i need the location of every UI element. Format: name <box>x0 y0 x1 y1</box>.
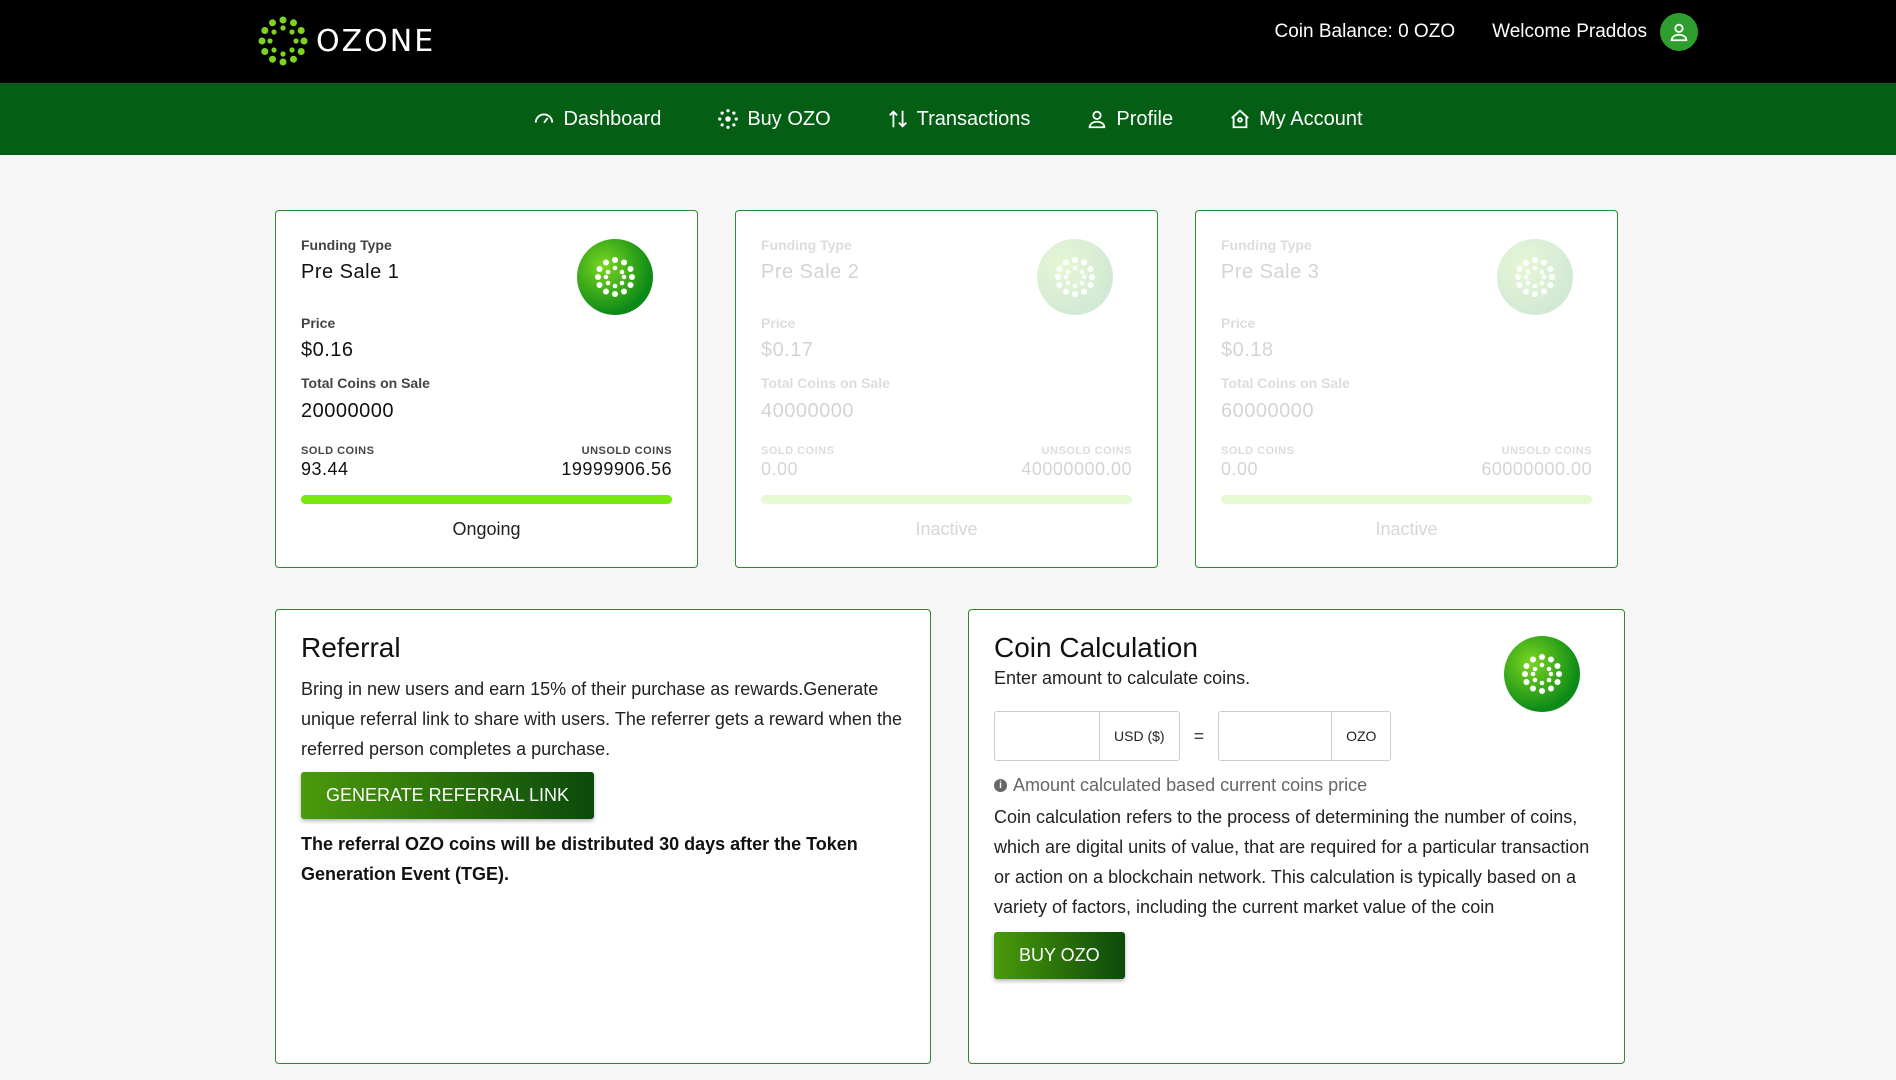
generate-referral-link-button[interactable]: GENERATE REFERRAL LINK <box>301 772 595 819</box>
sale-name: Pre Sale 2 <box>761 261 860 283</box>
info-icon: i <box>994 779 1007 792</box>
sold-coins-value: 93.44 <box>301 459 349 479</box>
nav-dashboard[interactable]: Dashboard <box>533 108 661 131</box>
unsold-coins-label: UNSOLD COINS <box>1041 445 1132 457</box>
total-coins-value: 40000000 <box>761 400 854 422</box>
ozo-coin-icon <box>1497 239 1573 315</box>
price-value: $0.17 <box>761 339 814 361</box>
referral-note: The referral OZO coins will be distribut… <box>301 834 858 884</box>
nav-transactions-label: Transactions <box>916 107 1031 130</box>
referral-title: Referral <box>301 632 401 663</box>
progress-fill <box>301 495 672 504</box>
top-bar: OZONE Coin Balance: 0 OZO Welcome Praddo… <box>0 0 1896 83</box>
buy-ozo-button[interactable]: BUY OZO <box>994 932 1125 979</box>
total-coins-value: 20000000 <box>301 400 394 422</box>
bottom-panels: Referral Bring in new users and earn 15%… <box>275 609 1625 1064</box>
logo-text: OZONE <box>316 23 436 59</box>
usd-input-group: USD ($) <box>994 711 1180 761</box>
user-icon <box>1089 110 1106 129</box>
welcome-text: Welcome Praddos <box>1492 21 1647 42</box>
presale-card-2: Funding Type Pre Sale 2 Price $0.17 Tota… <box>735 210 1158 568</box>
nav-profile[interactable]: Profile <box>1086 108 1173 131</box>
calc-hint-text: Amount calculated based current coins pr… <box>1013 775 1368 795</box>
sold-coins-label: SOLD COINS <box>1221 445 1295 457</box>
unsold-coins-label: UNSOLD COINS <box>581 445 672 457</box>
coin-balance: Coin Balance: 0 OZO <box>1274 21 1456 42</box>
presale-card-3: Funding Type Pre Sale 3 Price $0.18 Tota… <box>1195 210 1618 568</box>
nav-transactions[interactable]: Transactions <box>887 107 1031 131</box>
unsold-coins-label: UNSOLD COINS <box>1501 445 1592 457</box>
nav-my-account-label: My Account <box>1259 107 1363 130</box>
coin-icon <box>718 109 739 129</box>
sale-status: Ongoing <box>452 519 521 539</box>
progress-fill <box>761 495 1132 504</box>
total-coins-value: 60000000 <box>1221 400 1314 422</box>
avatar[interactable] <box>1660 13 1698 51</box>
usd-amount-input[interactable] <box>995 712 1099 760</box>
main-nav: Dashboard Buy OZO Transactions Profile M… <box>0 83 1896 155</box>
sale-name: Pre Sale 3 <box>1221 261 1320 283</box>
sold-coins-label: SOLD COINS <box>301 445 375 457</box>
total-coins-label: Total Coins on Sale <box>761 375 890 391</box>
sale-status: Inactive <box>1375 519 1438 539</box>
ozone-logo[interactable]: OZONE <box>256 14 435 68</box>
sale-progress-bar <box>301 495 672 504</box>
home-user-icon <box>1231 109 1249 129</box>
unsold-coins-value: 19999906.56 <box>561 459 672 479</box>
calc-hint: i Amount calculated based current coins … <box>994 775 1599 796</box>
coin-calculation-panel: Coin Calculation Enter amount to calcula… <box>968 609 1625 1064</box>
calc-description: Coin calculation refers to the process o… <box>994 807 1590 917</box>
nav-buy-ozo[interactable]: Buy OZO <box>717 107 831 131</box>
referral-description: Bring in new users and earn 15% of their… <box>301 679 902 759</box>
presale-cards: Funding Type Pre Sale 1 Price $0.16 Tota… <box>275 210 1618 568</box>
ozo-amount-input[interactable] <box>1219 712 1332 760</box>
speedometer-icon <box>535 113 554 124</box>
nav-my-account[interactable]: My Account <box>1229 107 1363 131</box>
presale-card-1: Funding Type Pre Sale 1 Price $0.16 Tota… <box>275 210 698 568</box>
ozone-logo-icon <box>258 16 308 66</box>
ozo-coin-icon <box>1037 239 1113 315</box>
sold-coins-value: 0.00 <box>761 459 799 479</box>
user-icon <box>1670 23 1688 42</box>
funding-type-label: Funding Type <box>761 237 852 253</box>
sale-status: Inactive <box>915 519 978 539</box>
ozo-suffix: OZO <box>1331 712 1390 760</box>
price-label: Price <box>301 315 336 331</box>
ozo-input-group: OZO <box>1218 711 1392 761</box>
nav-dashboard-label: Dashboard <box>563 107 662 130</box>
sale-progress-bar <box>761 495 1132 504</box>
sale-name: Pre Sale 1 <box>301 261 400 283</box>
total-coins-label: Total Coins on Sale <box>301 375 430 391</box>
ozo-coin-icon <box>577 239 653 315</box>
usd-suffix: USD ($) <box>1099 712 1179 760</box>
funding-type-label: Funding Type <box>301 237 392 253</box>
progress-fill <box>1221 495 1592 504</box>
price-value: $0.18 <box>1221 339 1274 361</box>
sold-coins-value: 0.00 <box>1221 459 1259 479</box>
price-value: $0.16 <box>301 339 354 361</box>
price-label: Price <box>761 315 796 331</box>
unsold-coins-value: 60000000.00 <box>1481 459 1592 479</box>
referral-panel: Referral Bring in new users and earn 15%… <box>275 609 931 1064</box>
sale-progress-bar <box>1221 495 1592 504</box>
nav-buy-ozo-label: Buy OZO <box>747 107 831 130</box>
total-coins-label: Total Coins on Sale <box>1221 375 1350 391</box>
funding-type-label: Funding Type <box>1221 237 1312 253</box>
unsold-coins-value: 40000000.00 <box>1021 459 1132 479</box>
transfer-arrows-icon <box>888 110 907 128</box>
sold-coins-label: SOLD COINS <box>761 445 835 457</box>
price-label: Price <box>1221 315 1256 331</box>
equals-sign: = <box>1193 725 1205 746</box>
ozo-coin-icon <box>1504 636 1580 712</box>
nav-profile-label: Profile <box>1116 107 1174 130</box>
